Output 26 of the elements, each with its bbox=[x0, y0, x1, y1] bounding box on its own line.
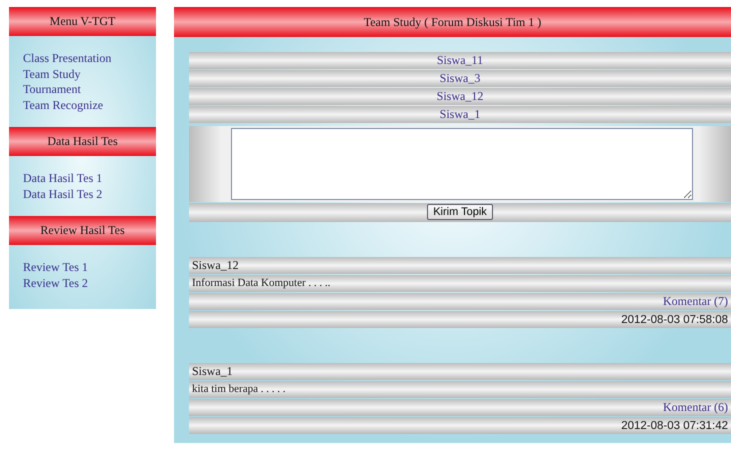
menu-link[interactable]: Tournament bbox=[23, 82, 142, 98]
section-header: Review Hasil Tes bbox=[9, 216, 156, 245]
post-time: 2012-08-03 07:58:08 bbox=[621, 314, 728, 326]
topic-field[interactable] bbox=[231, 128, 693, 200]
comment-link[interactable]: Komentar (7) bbox=[663, 294, 728, 308]
comment-link[interactable]: Komentar (6) bbox=[663, 400, 728, 414]
post-text: Informasi Data Komputer . . . .. bbox=[192, 277, 330, 289]
menu-link[interactable]: Review Tes 2 bbox=[23, 276, 142, 291]
post-text: kita tim berapa . . . . . bbox=[192, 383, 286, 395]
menu-link[interactable]: Data Hasil Tes 1 bbox=[23, 171, 142, 186]
member-link[interactable]: Siswa_11 bbox=[436, 53, 484, 67]
member-link[interactable]: Siswa_1 bbox=[440, 107, 480, 121]
member-link[interactable]: Siswa_12 bbox=[436, 89, 484, 103]
menu-link[interactable]: Team Study bbox=[23, 66, 142, 82]
menu-link[interactable]: Data Hasil Tes 2 bbox=[23, 186, 142, 202]
section-header: Menu V-TGT bbox=[9, 7, 156, 36]
member-link[interactable]: Siswa_3 bbox=[440, 71, 480, 85]
menu-link[interactable]: Review Tes 1 bbox=[23, 260, 142, 276]
menu-link[interactable]: Class Presentation bbox=[23, 51, 142, 66]
submit-button[interactable]: Kirim Topik bbox=[427, 204, 493, 220]
post-author: Siswa_12 bbox=[192, 258, 239, 272]
post-author: Siswa_1 bbox=[192, 364, 233, 378]
menu-link[interactable]: Team Recognize bbox=[23, 98, 142, 113]
post-time: 2012-08-03 07:31:42 bbox=[621, 420, 728, 432]
page-title: Team Study ( Forum Diskusi Tim 1 ) bbox=[174, 7, 731, 37]
section-header: Data Hasil Tes bbox=[9, 127, 156, 156]
